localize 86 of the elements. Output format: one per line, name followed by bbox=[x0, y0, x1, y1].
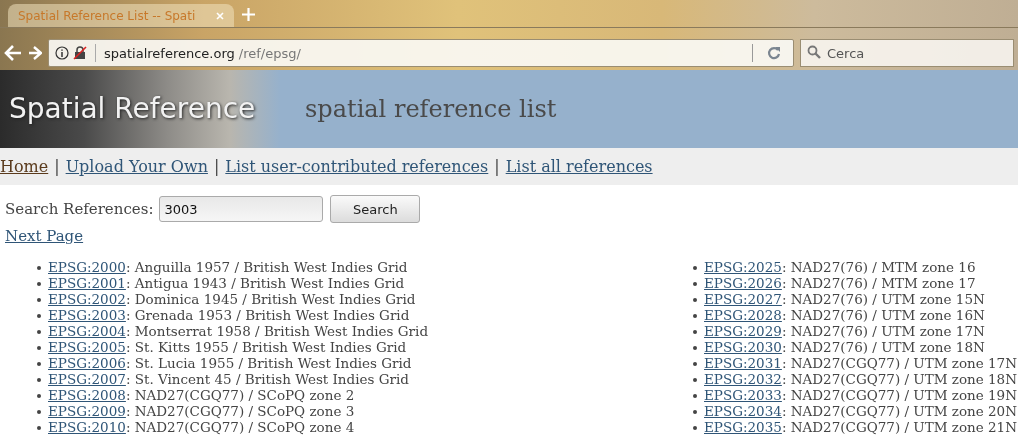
search-field[interactable]: Cerca bbox=[800, 39, 1014, 67]
reference-link[interactable]: EPSG:2031 bbox=[704, 355, 782, 371]
reference-link[interactable]: EPSG:2007 bbox=[48, 371, 126, 387]
reference-name: : NAD27(76) / UTM zone 15N bbox=[781, 291, 985, 307]
reference-link[interactable]: EPSG:2035 bbox=[704, 419, 782, 435]
reference-name: : Anguilla 1957 / British West Indies Grid bbox=[125, 259, 408, 275]
reference-link[interactable]: EPSG:2004 bbox=[48, 323, 126, 339]
nav-link[interactable]: Home bbox=[0, 157, 49, 176]
reference-link[interactable]: EPSG:2033 bbox=[704, 387, 782, 403]
bullet-icon bbox=[693, 362, 697, 366]
reference-name: : NAD27(CGQ77) / SCoPQ zone 4 bbox=[125, 419, 355, 435]
reference-name: : NAD27(CGQ77) / UTM zone 17N bbox=[781, 355, 1018, 371]
bullet-icon bbox=[37, 378, 41, 382]
bullet-icon bbox=[37, 410, 41, 414]
insecure-lock-icon[interactable] bbox=[73, 46, 87, 60]
search-label: Search References: bbox=[5, 200, 154, 218]
bullet-icon bbox=[693, 298, 697, 302]
new-tab-icon[interactable] bbox=[242, 8, 255, 21]
nav-separator: | bbox=[213, 157, 220, 176]
reference-name: : NAD27(76) / UTM zone 18N bbox=[781, 339, 985, 355]
reference-name: : St. Vincent 45 / British West Indies Grid bbox=[125, 371, 409, 387]
reference-name: : NAD27(CGQ77) / SCoPQ zone 2 bbox=[125, 387, 355, 403]
bullet-icon bbox=[37, 394, 41, 398]
back-icon[interactable] bbox=[4, 45, 22, 61]
page-title: spatial reference list bbox=[305, 95, 557, 123]
reference-link[interactable]: EPSG:2010 bbox=[48, 419, 126, 435]
reference-name: : NAD27(76) / MTM zone 16 bbox=[781, 259, 976, 275]
reference-link[interactable]: EPSG:2001 bbox=[48, 275, 126, 291]
next-page-link[interactable]: Next Page bbox=[5, 227, 84, 245]
reference-link[interactable]: EPSG:2029 bbox=[704, 323, 782, 339]
reference-link[interactable]: EPSG:2002 bbox=[48, 291, 126, 307]
bullet-icon bbox=[693, 394, 697, 398]
bullet-icon bbox=[693, 266, 697, 270]
reference-name: : Dominica 1945 / British West Indies Grid bbox=[125, 291, 416, 307]
reference-name: : Montserrat 1958 / British West Indies Grid bbox=[125, 323, 429, 339]
bullet-icon bbox=[693, 282, 697, 286]
reference-link[interactable]: EPSG:2034 bbox=[704, 403, 782, 419]
bullet-icon bbox=[37, 346, 41, 350]
reference-name: : St. Kitts 1955 / British West Indies Grid bbox=[125, 339, 407, 355]
reference-link[interactable]: EPSG:2032 bbox=[704, 371, 782, 387]
reference-link[interactable]: EPSG:2008 bbox=[48, 387, 126, 403]
reference-link[interactable]: EPSG:2000 bbox=[48, 259, 126, 275]
search-input[interactable]: 3003 bbox=[159, 196, 324, 222]
bullet-icon bbox=[37, 330, 41, 334]
reference-link[interactable]: EPSG:2028 bbox=[704, 307, 782, 323]
reference-name: : NAD27(76) / MTM zone 17 bbox=[781, 275, 976, 291]
reference-name: : St. Lucia 1955 / British West Indies Grid bbox=[125, 355, 412, 371]
reference-link[interactable]: EPSG:2027 bbox=[704, 291, 782, 307]
bullet-icon bbox=[37, 298, 41, 302]
nav-separator: | bbox=[494, 157, 500, 176]
bullet-icon bbox=[37, 266, 41, 270]
reference-name: : NAD27(76) / UTM zone 17N bbox=[781, 323, 985, 339]
reference-link[interactable]: EPSG:2030 bbox=[704, 339, 782, 355]
reference-name: : NAD27(CGQ77) / SCoPQ zone 3 bbox=[125, 403, 355, 419]
bullet-icon bbox=[693, 314, 697, 318]
reload-icon[interactable] bbox=[767, 46, 781, 60]
reference-link[interactable]: EPSG:2005 bbox=[48, 339, 126, 355]
reference-name: : NAD27(CGQ77) / UTM zone 21N bbox=[781, 419, 1018, 435]
reference-link[interactable]: EPSG:2006 bbox=[48, 355, 126, 371]
reference-link[interactable]: EPSG:2026 bbox=[704, 275, 782, 291]
reference-link[interactable]: EPSG:2009 bbox=[48, 403, 126, 419]
reference-name: : Antigua 1943 / British West Indies Grid bbox=[125, 275, 405, 291]
reference-link[interactable]: EPSG:2025 bbox=[704, 259, 782, 275]
bullet-icon bbox=[693, 330, 697, 334]
reference-name: : NAD27(CGQ77) / UTM zone 18N bbox=[781, 371, 1018, 387]
bullet-icon bbox=[37, 282, 41, 286]
bullet-icon bbox=[37, 362, 41, 366]
reference-name: : NAD27(CGQ77) / UTM zone 19N bbox=[781, 387, 1018, 403]
search-button[interactable]: Search bbox=[330, 195, 421, 223]
nav-link[interactable]: Upload Your Own bbox=[65, 157, 208, 176]
nav-link[interactable]: List user-contributed references bbox=[225, 157, 489, 176]
info-icon[interactable] bbox=[55, 46, 69, 60]
reference-name: : Grenada 1953 / British West Indies Grid bbox=[125, 307, 410, 323]
forward-icon[interactable] bbox=[28, 46, 42, 60]
nav-link[interactable]: List all references bbox=[505, 157, 653, 176]
address-bar[interactable]: spatialreference.org /ref/epsg/ bbox=[48, 39, 794, 67]
reference-link[interactable]: EPSG:2003 bbox=[48, 307, 126, 323]
bullet-icon bbox=[693, 410, 697, 414]
bullet-icon bbox=[693, 378, 697, 382]
reference-name: : NAD27(76) / UTM zone 16N bbox=[781, 307, 985, 323]
bullet-icon bbox=[693, 426, 697, 430]
nav-separator: | bbox=[54, 157, 60, 176]
bullet-icon bbox=[693, 346, 697, 350]
reference-name: : NAD27(CGQ77) / UTM zone 20N bbox=[781, 403, 1018, 419]
bullet-icon bbox=[37, 314, 41, 318]
bullet-icon bbox=[37, 426, 41, 430]
